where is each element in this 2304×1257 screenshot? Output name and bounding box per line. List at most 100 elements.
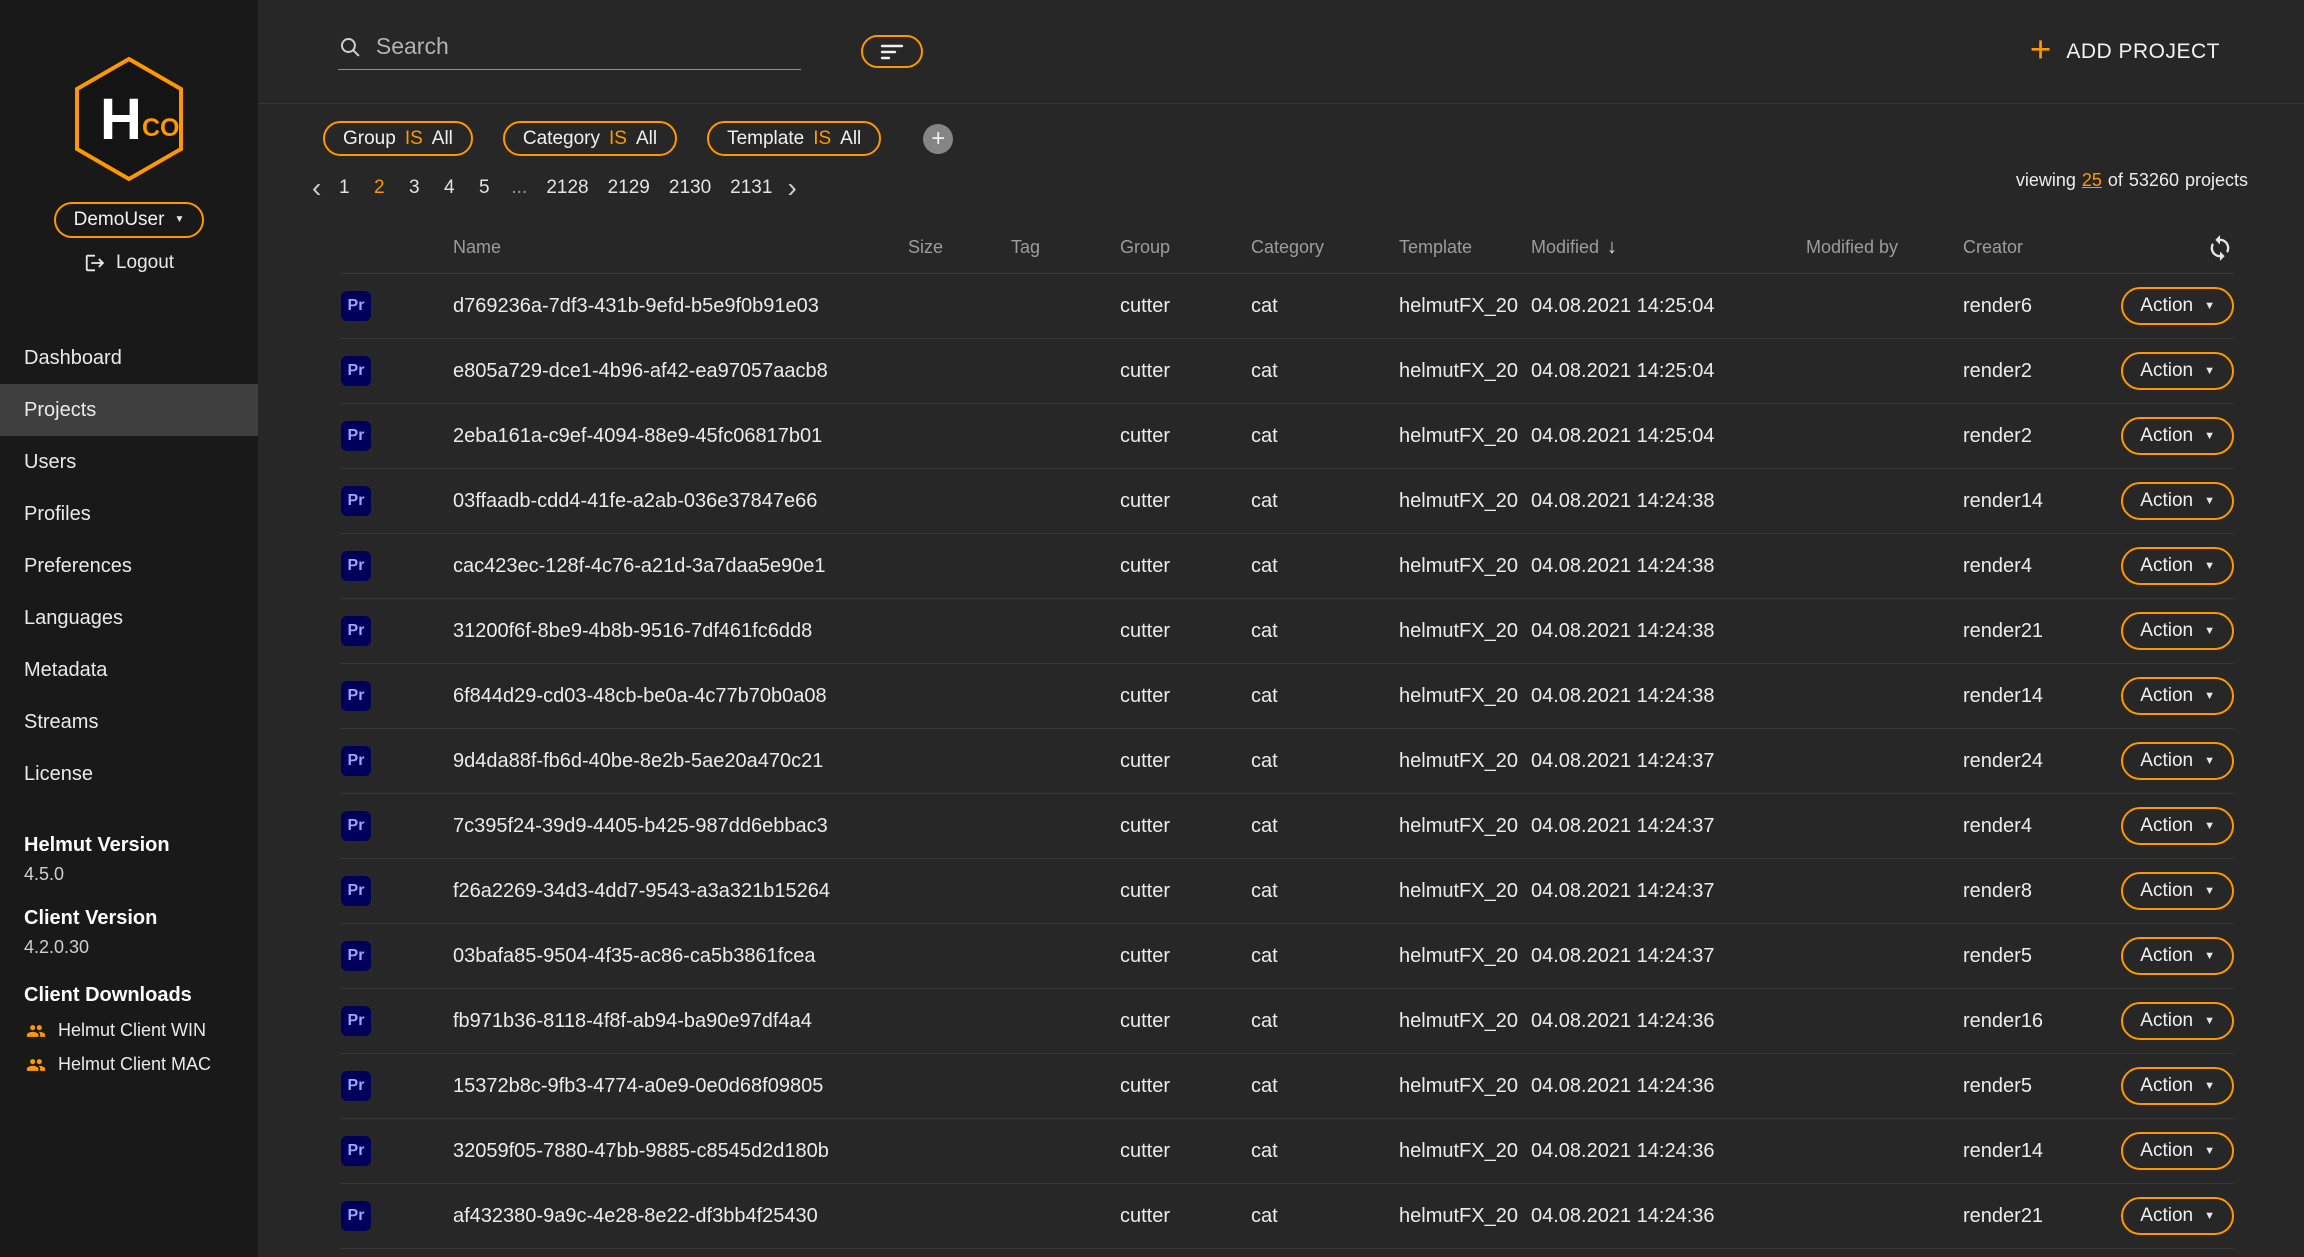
action-button[interactable]: Action ▼	[2121, 807, 2234, 845]
logout-button[interactable]: Logout	[84, 252, 174, 274]
action-button[interactable]: Action ▼	[2121, 547, 2234, 585]
premiere-project-icon: Pr	[341, 811, 371, 841]
action-button[interactable]: Action ▼	[2121, 1197, 2234, 1235]
logout-label: Logout	[116, 252, 174, 274]
filter-chip-template[interactable]: Template IS All	[707, 121, 881, 156]
next-page-button[interactable]: ›	[777, 174, 806, 202]
chip-value: All	[840, 128, 861, 150]
column-header-creator[interactable]: Creator	[1963, 237, 2114, 258]
client-download-link[interactable]: Helmut Client WIN	[24, 1020, 258, 1041]
column-header-modified[interactable]: Modified ↓	[1531, 236, 1806, 259]
action-button[interactable]: Action ▼	[2121, 677, 2234, 715]
project-creator: render2	[1963, 425, 2114, 448]
page-button-1[interactable]: 1	[331, 173, 357, 203]
page-button-3[interactable]: 3	[401, 173, 427, 203]
sidebar-item-license[interactable]: License	[0, 748, 258, 800]
project-creator: render16	[1963, 1010, 2114, 1033]
table-row[interactable]: Pr 03bafa85-9504-4f35-ac86-ca5b3861fcea …	[341, 924, 2234, 989]
sidebar-item-profiles[interactable]: Profiles	[0, 488, 258, 540]
project-template: helmutFX_20	[1399, 1010, 1531, 1033]
table-row[interactable]: Pr cac423ec-128f-4c76-a21d-3a7daa5e90e1 …	[341, 534, 2234, 599]
table-row[interactable]: Pr 03ffaadb-cdd4-41fe-a2ab-036e37847e66 …	[341, 469, 2234, 534]
action-button[interactable]: Action ▼	[2121, 482, 2234, 520]
table-row[interactable]: Pr f26a2269-34d3-4dd7-9543-a3a321b15264 …	[341, 859, 2234, 924]
sidebar-item-languages[interactable]: Languages	[0, 592, 258, 644]
viewing-count-link[interactable]: 25	[2082, 170, 2102, 191]
table-row[interactable]: Pr 7c395f24-39d9-4405-b425-987dd6ebbac3 …	[341, 794, 2234, 859]
project-name: 2eba161a-c9ef-4094-88e9-45fc06817b01	[453, 425, 908, 448]
previous-page-button[interactable]: ‹	[302, 174, 331, 202]
client-download-link[interactable]: Helmut Client MAC	[24, 1054, 258, 1075]
sidebar-item-users[interactable]: Users	[0, 436, 258, 488]
filter-chips: Group IS All Category IS All Template IS…	[258, 104, 2304, 156]
action-button[interactable]: Action ▼	[2121, 937, 2234, 975]
caret-down-icon: ▼	[2204, 301, 2215, 312]
action-button[interactable]: Action ▼	[2121, 1002, 2234, 1040]
project-modified: 04.08.2021 14:24:37	[1531, 815, 1806, 838]
sidebar-item-streams[interactable]: Streams	[0, 696, 258, 748]
people-icon	[24, 1021, 48, 1041]
premiere-project-icon: Pr	[341, 356, 371, 386]
column-header-name[interactable]: Name	[453, 237, 908, 258]
page-button-2[interactable]: 2	[366, 173, 392, 203]
table-row[interactable]: Pr af432380-9a9c-4e28-8e22-df3bb4f25430 …	[341, 1184, 2234, 1249]
action-button-label: Action	[2140, 880, 2193, 902]
chip-value: All	[432, 128, 453, 150]
sidebar-item-metadata[interactable]: Metadata	[0, 644, 258, 696]
action-button[interactable]: Action ▼	[2121, 1067, 2234, 1105]
action-button[interactable]: Action ▼	[2121, 287, 2234, 325]
refresh-button[interactable]	[2206, 234, 2234, 262]
page-button-2131[interactable]: 2131	[725, 173, 777, 203]
page-button-2128[interactable]: 2128	[541, 173, 593, 203]
main-content: + ADD PROJECT Group IS All Category IS A…	[258, 0, 2304, 1257]
action-button[interactable]: Action ▼	[2121, 352, 2234, 390]
table-row[interactable]: Pr 15372b8c-9fb3-4774-a0e9-0e0d68f09805 …	[341, 1054, 2234, 1119]
table-row[interactable]: Pr 32059f05-7880-47bb-9885-c8545d2d180b …	[341, 1119, 2234, 1184]
action-button[interactable]: Action ▼	[2121, 1132, 2234, 1170]
search-input[interactable]	[376, 33, 801, 60]
project-group: cutter	[1120, 360, 1251, 383]
project-modified: 04.08.2021 14:24:37	[1531, 750, 1806, 773]
page-button-4[interactable]: 4	[436, 173, 462, 203]
column-header-size[interactable]: Size	[908, 237, 1011, 258]
action-button[interactable]: Action ▼	[2121, 872, 2234, 910]
page-button-5[interactable]: 5	[471, 173, 497, 203]
sidebar-item-preferences[interactable]: Preferences	[0, 540, 258, 592]
project-name: f26a2269-34d3-4dd7-9543-a3a321b15264	[453, 880, 908, 903]
column-header-group[interactable]: Group	[1120, 237, 1251, 258]
table-row[interactable]: Pr d769236a-7df3-431b-9efd-b5e9f0b91e03 …	[341, 274, 2234, 339]
action-button[interactable]: Action ▼	[2121, 612, 2234, 650]
helmut-version-label: Helmut Version	[24, 834, 258, 857]
page-button-2130[interactable]: 2130	[664, 173, 716, 203]
project-template: helmutFX_20	[1399, 945, 1531, 968]
filter-list-button[interactable]	[861, 35, 923, 68]
action-button-label: Action	[2140, 685, 2193, 707]
column-header-category[interactable]: Category	[1251, 237, 1399, 258]
column-header-modified-by[interactable]: Modified by	[1806, 237, 1963, 258]
add-filter-button[interactable]: +	[923, 124, 953, 154]
user-menu-button[interactable]: DemoUser ▼	[54, 202, 205, 238]
svg-text:H: H	[100, 87, 142, 152]
caret-down-icon: ▼	[2204, 561, 2215, 572]
action-button-label: Action	[2140, 555, 2193, 577]
table-row[interactable]: Pr 2eba161a-c9ef-4094-88e9-45fc06817b01 …	[341, 404, 2234, 469]
filter-chip-category[interactable]: Category IS All	[503, 121, 677, 156]
sidebar-item-dashboard[interactable]: Dashboard	[0, 332, 258, 384]
action-button[interactable]: Action ▼	[2121, 417, 2234, 455]
caret-down-icon: ▼	[174, 215, 184, 225]
column-header-tag[interactable]: Tag	[1011, 237, 1120, 258]
sidebar-item-projects[interactable]: Projects	[0, 384, 258, 436]
sidebar: H CO DemoUser ▼ Logout Dashboard Project…	[0, 0, 258, 1257]
table-row[interactable]: Pr e805a729-dce1-4b96-af42-ea97057aacb8 …	[341, 339, 2234, 404]
table-row[interactable]: Pr 6f844d29-cd03-48cb-be0a-4c77b70b0a08 …	[341, 664, 2234, 729]
project-template: helmutFX_20	[1399, 555, 1531, 578]
column-header-template[interactable]: Template	[1399, 237, 1531, 258]
table-row[interactable]: Pr 31200f6f-8be9-4b8b-9516-7df461fc6dd8 …	[341, 599, 2234, 664]
action-button[interactable]: Action ▼	[2121, 742, 2234, 780]
project-name: cac423ec-128f-4c76-a21d-3a7daa5e90e1	[453, 555, 908, 578]
table-row[interactable]: Pr 9d4da88f-fb6d-40be-8e2b-5ae20a470c21 …	[341, 729, 2234, 794]
page-button-2129[interactable]: 2129	[603, 173, 655, 203]
table-row[interactable]: Pr fb971b36-8118-4f8f-ab94-ba90e97df4a4 …	[341, 989, 2234, 1054]
filter-chip-group[interactable]: Group IS All	[323, 121, 473, 156]
add-project-button[interactable]: + ADD PROJECT	[2030, 36, 2220, 68]
